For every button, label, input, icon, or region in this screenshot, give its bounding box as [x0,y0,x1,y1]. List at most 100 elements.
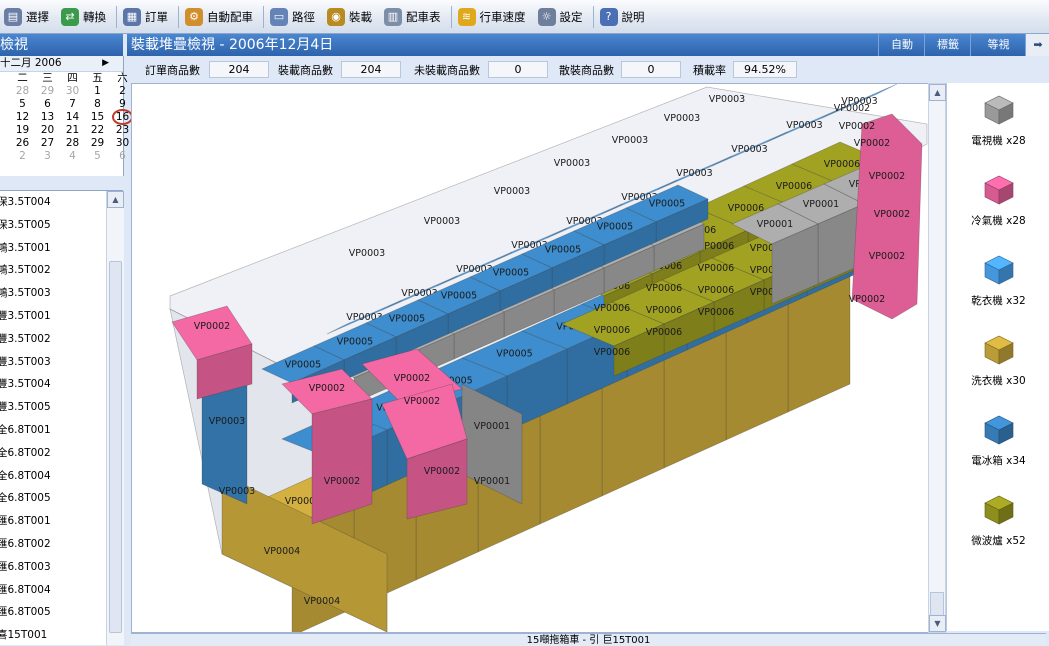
legend-label: 冷氣機 x28 [971,215,1026,227]
calendar-day[interactable]: 5 [85,150,110,163]
vehicle-list-item[interactable]: 豐3.5T002 [0,328,106,351]
route-button[interactable]: ▭ 路徑 [266,4,323,30]
vehicle-list-item[interactable]: 豐3.5T005 [0,396,106,419]
legend-label: 洗衣機 x30 [971,375,1026,387]
select-button[interactable]: ▤ 選擇 [0,4,57,30]
calendar[interactable]: 十二月 2006 ▶ 二三四五六 28 29 30 1 2 5 6 7 8 9 12 13 14 15 16… [0,56,134,176]
viewport-scroll-up-icon[interactable]: ▲ [929,84,946,101]
viewport-scroll-thumb[interactable] [930,592,944,616]
microwave-box-icon [983,495,1014,525]
scroll-up-arrow-icon[interactable]: ▲ [107,191,124,208]
speed-button[interactable]: ≋ 行車速度 [454,4,534,30]
vehicle-list-item[interactable]: 全6.8T004 [0,465,106,488]
cargo-label: VP0001 [757,219,793,230]
calendar-day[interactable]: 28 [10,85,35,98]
isometric-view-button[interactable]: 等視 [970,34,1026,56]
vehicle-list-item[interactable]: 匯6.8T003 [0,556,106,579]
next-arrow-icon[interactable]: ➡ [1025,34,1049,56]
calendar-day[interactable]: 6 [35,98,60,111]
auto-button[interactable]: 自動 [878,34,925,56]
calendar-day[interactable]: 27 [35,137,60,150]
viewport-scroll-down-icon[interactable]: ▼ [929,615,946,632]
load-3d-viewport[interactable]: VP0004VP0004VP0004VP0004VP0004VP0004VP00… [131,83,930,633]
vehicle-list-item[interactable]: 匯6.8T002 [0,533,106,556]
calendar-day-label: 28 [15,85,30,97]
vehicle-list-item[interactable]: 鴻3.5T001 [0,237,106,260]
calendar-day[interactable]: 20 [35,124,60,137]
vehicle-list-item[interactable]: 全6.8T005 [0,487,106,510]
cargo-label: VP0003 [731,144,767,155]
calendar-day[interactable]: 21 [60,124,85,137]
cargo-label: VP0002 [874,209,910,220]
calendar-day[interactable]: 5 [10,98,35,111]
calendar-day[interactable]: 28 [60,137,85,150]
vehicle-list-item[interactable]: 豐3.5T001 [0,305,106,328]
calendar-day[interactable]: 8 [85,98,110,111]
calendar-weekday: 三 [42,72,53,84]
vehicle-list-item[interactable]: 全6.8T001 [0,419,106,442]
loaded-count-label: 裝載商品數 [278,64,333,77]
cargo-label: VP0006 [698,307,734,318]
calendar-day-label: 8 [94,98,101,110]
order-button[interactable]: ▦ 訂單 [119,4,176,30]
cargo-label: VP0002 [839,121,875,132]
calendar-day[interactable]: 29 [35,85,60,98]
calendar-day-label: 23 [115,124,130,136]
auto-dispatch-icon: ⚙ [185,7,203,26]
vehicle-list-item[interactable]: 豐3.5T003 [0,351,106,374]
viewport-scrollbar[interactable]: ▲ ▼ [928,83,946,633]
vehicle-list-item[interactable]: 全6.8T002 [0,442,106,465]
calendar-week-row: 12 13 14 15 16 [0,109,134,125]
calendar-day-label: 14 [65,111,80,123]
vehicle-list-item[interactable]: 鴻3.5T003 [0,282,106,305]
scroll-thumb[interactable] [109,261,122,633]
calendar-day[interactable]: 2 [10,150,35,163]
calendar-day[interactable]: 29 [85,137,110,150]
vehicle-list[interactable]: 保3.5T004 保3.5T005 鴻3.5T001 鴻3.5T002 鴻3.5T003… [0,191,106,645]
help-button[interactable]: ? 說明 [596,4,653,30]
vehicle-list-item[interactable]: 匯6.8T001 [0,510,106,533]
bulk-count-label: 散裝商品數 [559,64,614,77]
calendar-day[interactable]: 12 [10,111,35,124]
vehicle-list-item[interactable]: 保3.5T004 [0,191,106,214]
load-button[interactable]: ◉ 裝載 [323,4,380,30]
calendar-next-month-icon[interactable]: ▶ [102,56,109,71]
calendar-day-label: 5 [19,98,26,110]
vehicle-list-scrollbar[interactable]: ▲ [106,191,124,645]
main-toolbar: ▤ 選擇 ⇄ 轉換 ▦ 訂單 ⚙ 自動配車 ▭ 路徑 ◉ 裝載 ▥ 配車表 ≋ 行車速度 ☼ 設定? 說明 [0,0,1049,34]
settings-button[interactable]: ☼ 設定 [534,4,591,30]
calendar-weekday: 二 [17,72,28,84]
cargo-label: VP0006 [646,327,682,338]
calendar-days[interactable]: 28 29 30 1 2 5 6 7 8 9 12 13 14 15 16 19 20 21 22 23 26 27 28 2… [0,85,134,163]
calendar-day[interactable]: 26 [10,137,35,150]
cargo-label: VP0001 [474,476,510,487]
left-panel-title: 檢視 [0,37,28,53]
calendar-day[interactable]: 19 [10,124,35,137]
page-title: 裝載堆疊檢視 - 2006年12月4日 [131,37,334,53]
vehicle-list-item[interactable]: 喜15T001 [0,624,106,645]
calendar-day-label: 13 [40,111,55,123]
calendar-day[interactable]: 30 [60,85,85,98]
calendar-day[interactable]: 1 [85,85,110,98]
vehicle-list-item[interactable]: 鴻3.5T002 [0,259,106,282]
legend-label: 微波爐 x52 [971,535,1026,547]
vehicle-list-item[interactable]: 保3.5T005 [0,214,106,237]
cargo-label: VP0002 [424,466,460,477]
calendar-day[interactable]: 14 [60,111,85,124]
auto-dispatch-button[interactable]: ⚙ 自動配車 [181,4,261,30]
cargo-label: VP0003 [709,94,745,105]
calendar-day[interactable]: 13 [35,111,60,124]
vehicle-list-item[interactable]: 匯6.8T004 [0,579,106,602]
convert-button[interactable]: ⇄ 轉換 [57,4,114,30]
calendar-day[interactable]: 22 [85,124,110,137]
dispatch-sheet-button[interactable]: ▥ 配車表 [380,4,449,30]
calendar-day[interactable]: 3 [35,150,60,163]
cargo-label: VP0003 [219,486,255,497]
label-button[interactable]: 標籤 [924,34,971,56]
calendar-day[interactable]: 7 [60,98,85,111]
vehicle-list-item[interactable]: 匯6.8T005 [0,601,106,624]
calendar-day[interactable]: 4 [60,150,85,163]
vehicle-list-item[interactable]: 豐3.5T004 [0,373,106,396]
calendar-day-label: 28 [65,137,80,149]
calendar-day[interactable]: 15 [85,111,110,124]
